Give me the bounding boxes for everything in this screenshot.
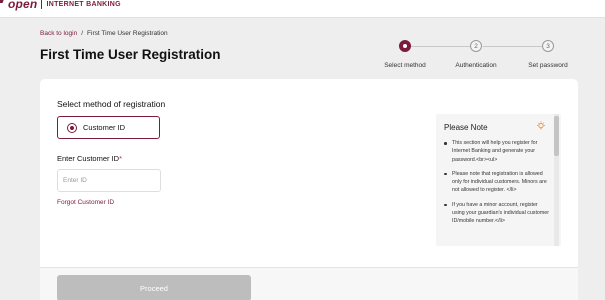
please-note-panel: Please Note This section will help you r…: [436, 114, 561, 246]
top-header: open INTERNET BANKING: [0, 0, 605, 18]
breadcrumb-separator: /: [81, 30, 84, 37]
step-1-label: Select method: [384, 62, 426, 69]
note-title: Please Note: [444, 123, 488, 132]
logo-mark-icon: [0, 0, 6, 3]
radio-selected-icon[interactable]: [67, 122, 77, 133]
note-item: This section will help you register for …: [443, 139, 549, 164]
lightbulb-icon: [537, 121, 546, 130]
note-item: If you have a minor account, register us…: [443, 201, 549, 226]
note-scrollbar-thumb[interactable]: [554, 116, 559, 156]
logo-main-text: open: [8, 0, 38, 11]
step-1-active-indicator: [399, 40, 411, 52]
note-body: This section will help you register for …: [443, 139, 549, 232]
forgot-customer-id-link[interactable]: Forgot Customer ID: [57, 199, 114, 206]
page-title: First Time User Registration: [40, 47, 221, 62]
brand-logo[interactable]: open INTERNET BANKING: [0, 0, 121, 11]
logo-divider: [41, 0, 43, 9]
proceed-button[interactable]: Proceed: [57, 275, 251, 300]
step-3-indicator: 3: [542, 40, 554, 52]
step-2-label: Authentication: [455, 62, 497, 69]
customer-id-label-text: Enter Customer ID: [57, 154, 120, 163]
registration-stepper: 2 3 Select method Authentication Set pas…: [382, 39, 578, 73]
step-2-indicator: 2: [470, 40, 482, 52]
method-heading: Select method of registration: [57, 99, 166, 109]
customer-id-input[interactable]: [57, 169, 161, 192]
customer-id-option-label: Customer ID: [83, 123, 126, 132]
back-to-login-link[interactable]: Back to login: [40, 30, 77, 37]
step-3-label: Set password: [528, 62, 568, 69]
note-list: This section will help you register for …: [443, 139, 549, 226]
registration-card: Select method of registration Customer I…: [40, 79, 578, 300]
step-connector: [483, 46, 543, 47]
required-mark: *: [119, 154, 123, 163]
breadcrumb-current: First Time User Registration: [87, 30, 168, 37]
step-connector: [411, 46, 471, 47]
note-item: Please note that registration is allowed…: [443, 170, 549, 195]
breadcrumb: Back to login / First Time User Registra…: [40, 30, 168, 37]
customer-id-field-label: Enter Customer ID*: [57, 154, 122, 163]
customer-id-option[interactable]: Customer ID: [57, 116, 160, 139]
logo-sub-text: INTERNET BANKING: [46, 0, 121, 8]
